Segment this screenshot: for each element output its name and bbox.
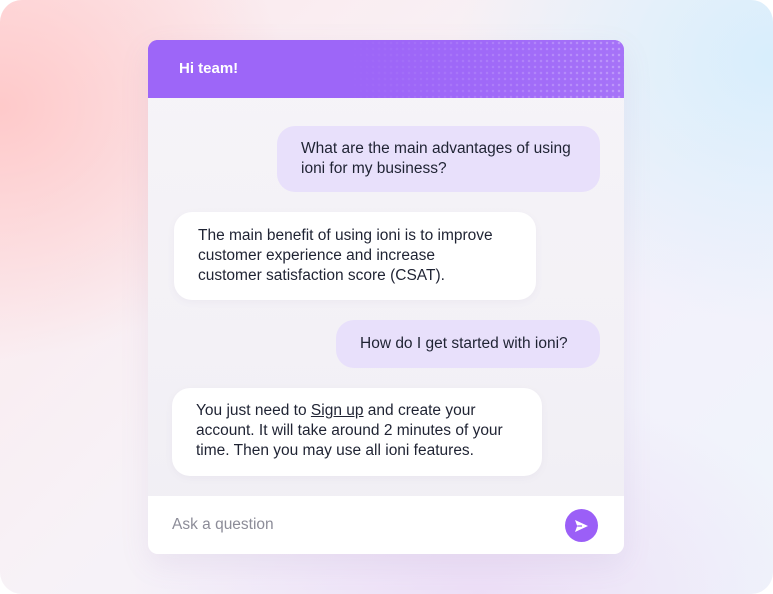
message-line: customer experience and increase bbox=[198, 247, 435, 264]
send-icon bbox=[575, 519, 588, 532]
message-text: and create your bbox=[363, 402, 476, 419]
message-line: The main benefit of using ioni is to imp… bbox=[198, 227, 493, 244]
message-line: What are the main advantages of using bbox=[301, 140, 571, 157]
message-line: ioni for my business? bbox=[301, 160, 447, 177]
send-button[interactable] bbox=[565, 509, 598, 542]
sign-up-link[interactable]: Sign up bbox=[311, 402, 364, 419]
page-background: Hi team! What are the main advantages of… bbox=[0, 0, 773, 594]
message-line: time. Then you may use all ioni features… bbox=[196, 442, 474, 459]
message-text: You just need to bbox=[196, 402, 311, 419]
question-input[interactable] bbox=[162, 508, 582, 542]
message-line: account. It will take around 2 minutes o… bbox=[196, 422, 503, 439]
bot-message: The main benefit of using ioni is to imp… bbox=[174, 212, 536, 300]
bot-message: You just need to Sign up and create your… bbox=[172, 388, 542, 476]
chat-widget: Hi team! What are the main advantages of… bbox=[148, 40, 624, 554]
user-message: What are the main advantages of using io… bbox=[277, 126, 600, 192]
message-line: You just need to Sign up and create your bbox=[196, 401, 526, 421]
chat-title: Hi team! bbox=[179, 60, 239, 77]
message-line: customer satisfaction score (CSAT). bbox=[198, 267, 445, 284]
user-message: How do I get started with ioni? bbox=[336, 320, 600, 368]
chat-header: Hi team! bbox=[148, 40, 624, 98]
message-line: How do I get started with ioni? bbox=[360, 335, 568, 352]
message-composer bbox=[148, 496, 624, 554]
